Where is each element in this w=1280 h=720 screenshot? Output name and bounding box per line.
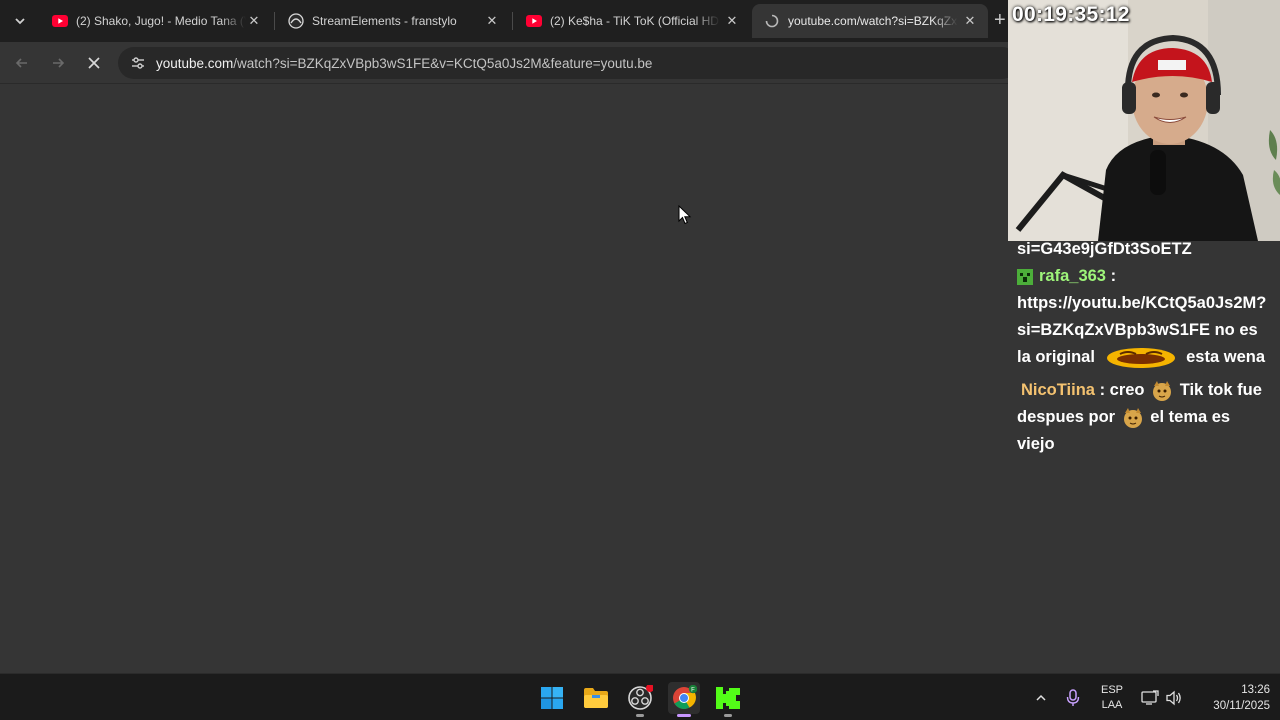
url-domain: youtube.com [156, 55, 234, 71]
input-language-indicator[interactable]: ESP LAA [1100, 683, 1124, 713]
streamer-webcam-image [1008, 0, 1280, 241]
close-icon[interactable]: ✕ [962, 13, 978, 29]
browser-tab-active[interactable]: youtube.com/watch?si=BZKqZxVBpb3wS1FE ✕ [752, 4, 988, 38]
windows-start-icon [541, 687, 563, 709]
arrow-right-icon [53, 58, 65, 68]
svg-text:F: F [691, 688, 695, 694]
language-code: ESP [1100, 684, 1123, 696]
chat-message: rafa_363 : https://youtu.be/KCtQ5a0Js2M?… [1017, 263, 1279, 371]
stop-loading-button[interactable] [82, 51, 106, 75]
show-hidden-icons-button[interactable] [1028, 682, 1054, 714]
network-button[interactable] [1138, 682, 1162, 714]
tab-separator [274, 12, 275, 30]
chat-partial-line: si=G43e9jGfDt3SoETZ [1017, 240, 1192, 258]
chat-message: NicoTiina : creo Tik tok fue despues por… [1017, 377, 1279, 458]
cat-emote-icon [1123, 407, 1142, 428]
microphone-icon [1066, 689, 1080, 706]
tab-title: youtube.com/watch?si=BZKqZxVBpb3wS1FE [788, 14, 958, 28]
kick-icon [716, 687, 740, 709]
running-indicator [724, 714, 732, 717]
chevron-up-icon [1036, 694, 1046, 701]
browser-tab-3[interactable]: (2) Ke$ha - TiK ToK (Official HD Video) … [514, 4, 750, 38]
chat-box: si=G43e9jGfDt3SoETZ rafa_363 : https://y… [1017, 236, 1279, 458]
browser-toolbar: youtube.com/watch?si=BZKqZxVBpb3wS1FE&v=… [0, 42, 1018, 84]
file-explorer-button[interactable] [580, 682, 612, 714]
active-app-indicator [677, 714, 691, 717]
clock-date: 30/11/2025 [1213, 700, 1270, 712]
obs-icon [628, 685, 653, 710]
chat-text: el tema es [1150, 408, 1231, 426]
chat-text: Tik tok fue [1179, 381, 1262, 399]
browser-tab-2[interactable]: StreamElements - franstylo ✕ [276, 4, 510, 38]
file-explorer-icon [584, 688, 608, 708]
youtube-icon [52, 13, 68, 29]
clock-time: 13:26 [1241, 684, 1270, 696]
tab-search-button[interactable] [8, 9, 32, 33]
url-path: /watch?si=BZKqZxVBpb3wS1FE&v=KCtQ5a0Js2M… [233, 55, 653, 71]
loading-icon [764, 13, 780, 29]
creeper-badge-icon [1017, 268, 1033, 285]
chat-username[interactable]: NicoTiina [1021, 381, 1095, 399]
address-bar[interactable]: youtube.com/watch?si=BZKqZxVBpb3wS1FE&v=… [118, 47, 1018, 79]
windows-start-button[interactable] [536, 682, 568, 714]
webcam-feed: 00:19:35:12 [1008, 0, 1280, 241]
close-icon[interactable]: ✕ [246, 13, 262, 29]
running-indicator [636, 714, 644, 717]
stream-overlay: 00:19:35:12 si=G43e9jGfDt3SoETZ rafa_363… [1008, 0, 1280, 673]
cat-emote-icon [1153, 380, 1172, 401]
streamelements-icon [288, 13, 304, 29]
keyboard-layout: LAA [1101, 699, 1123, 711]
microphone-button[interactable] [1060, 682, 1086, 714]
close-icon[interactable]: ✕ [484, 13, 500, 29]
chat-text: https://youtu.be/KCtQ5a0Js2M? [1017, 294, 1267, 312]
system-clock[interactable]: 13:26 30/11/2025 [1192, 682, 1270, 714]
stream-timer: 00:19:35:12 [1012, 3, 1130, 26]
chat-text: despues por [1017, 408, 1116, 426]
youtube-icon [526, 13, 542, 29]
kick-button[interactable] [712, 682, 744, 717]
chrome-icon: F [673, 685, 697, 709]
chrome-button[interactable]: F [668, 682, 700, 717]
network-icon [1141, 690, 1159, 705]
browser-tab-1[interactable]: (2) Shako, Jugo! - Medio Tana (Video Ofi… [40, 4, 272, 38]
chat-text: si=BZKqZxVBpb3wS1FE no es [1017, 321, 1258, 339]
chevron-down-icon [15, 18, 25, 25]
mouse-cursor-icon [678, 205, 692, 225]
tab-separator [512, 12, 513, 30]
tab-title: StreamElements - franstylo [312, 14, 457, 28]
tab-title: (2) Shako, Jugo! - Medio Tana (Video Ofi… [76, 14, 246, 28]
chat-text: viejo [1017, 435, 1055, 453]
windows-taskbar: F ESP LAA 13:26 30/11/2025 [0, 673, 1280, 720]
speaker-icon [1166, 690, 1181, 706]
chat-username[interactable]: rafa_363 [1039, 267, 1106, 285]
close-icon [88, 57, 100, 69]
browser-tab-strip: (2) Shako, Jugo! - Medio Tana (Video Ofi… [0, 0, 1008, 42]
back-button[interactable] [10, 51, 34, 75]
new-tab-button[interactable]: + [994, 9, 1006, 31]
chat-text: la original [1017, 348, 1095, 366]
volume-button[interactable] [1162, 682, 1186, 714]
tab-title: (2) Ke$ha - TiK ToK (Official HD Video) [550, 14, 720, 28]
arrow-left-icon [15, 58, 27, 68]
chat-text: esta wena [1186, 348, 1265, 366]
forward-button[interactable] [46, 51, 70, 75]
page-content [0, 85, 1008, 673]
laughing-emote-icon [1106, 347, 1175, 368]
url-text: youtube.com/watch?si=BZKqZxVBpb3wS1FE&v=… [156, 56, 652, 71]
chat-separator: : creo [1099, 381, 1145, 399]
chat-separator: : [1110, 267, 1117, 285]
site-info-icon[interactable] [120, 47, 156, 79]
obs-button[interactable] [624, 682, 656, 717]
close-icon[interactable]: ✕ [724, 13, 740, 29]
